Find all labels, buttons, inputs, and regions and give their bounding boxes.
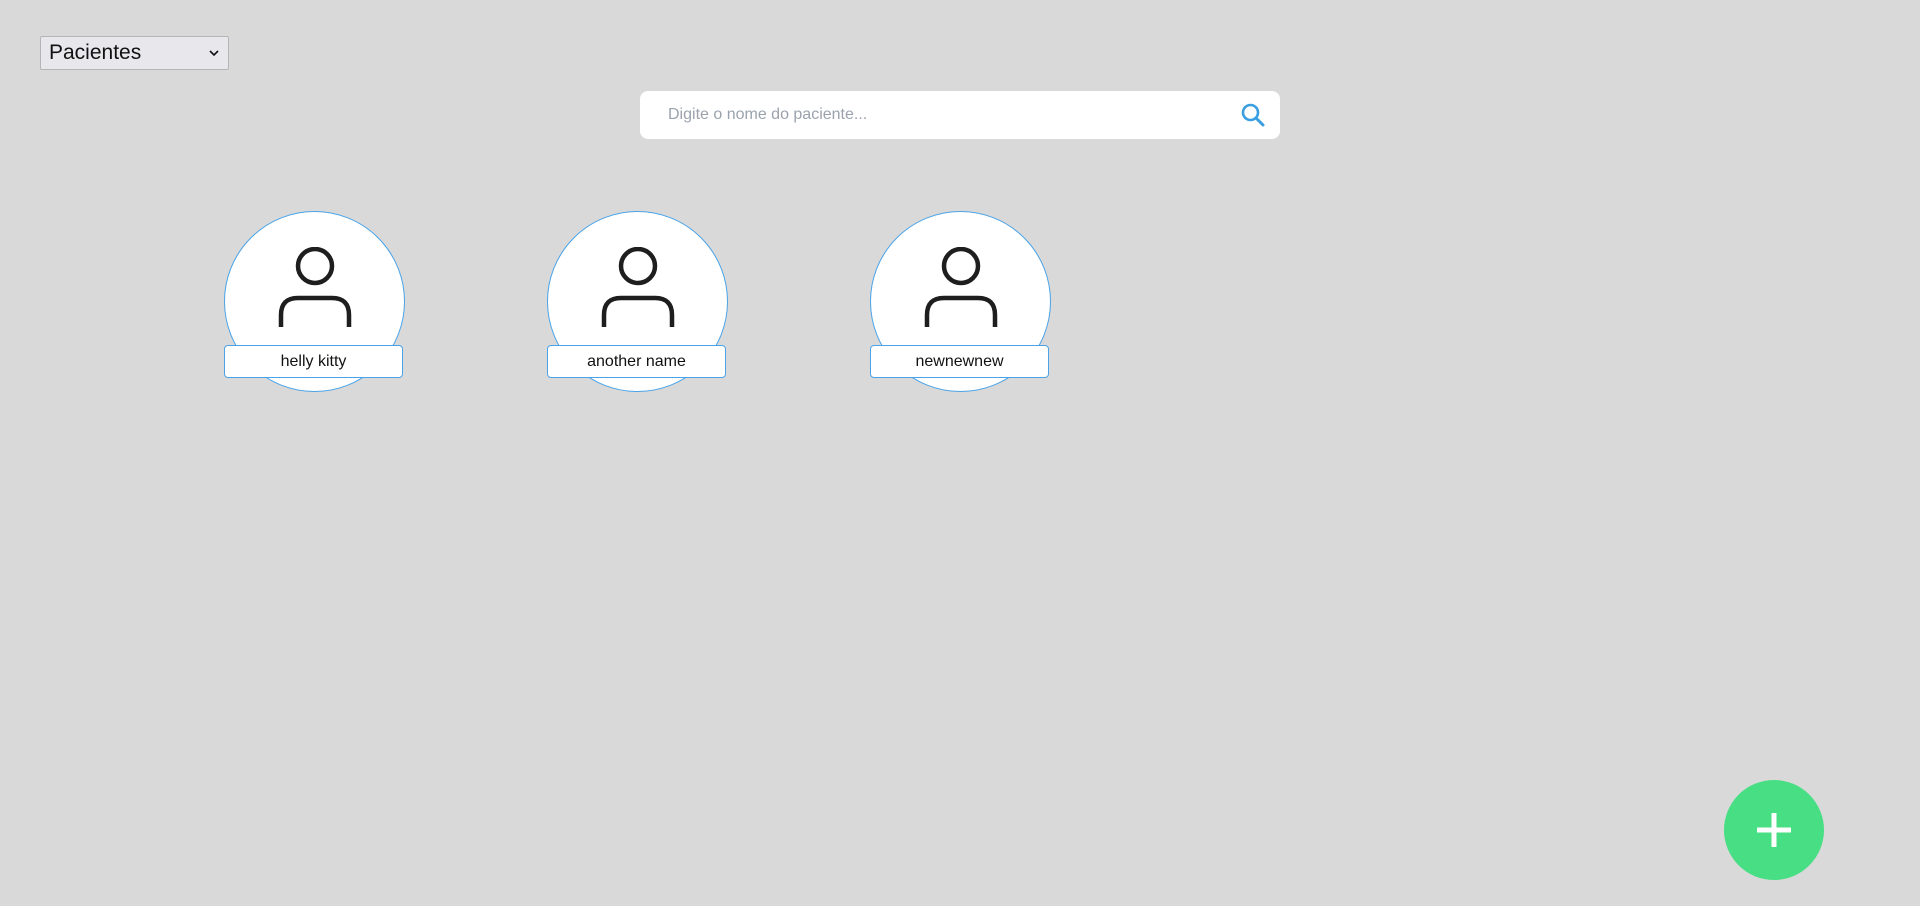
- person-icon: [601, 247, 674, 327]
- person-icon: [278, 247, 351, 327]
- patient-name: newnewnew: [870, 345, 1049, 378]
- chevron-down-icon: [209, 50, 219, 57]
- plus-icon: [1757, 813, 1791, 847]
- search-icon[interactable]: [1240, 102, 1266, 128]
- view-select-value: Pacientes: [49, 41, 142, 64]
- patient-name: another name: [547, 345, 726, 378]
- patient-card[interactable]: newnewnew: [870, 211, 1051, 392]
- search-input[interactable]: [640, 91, 1240, 139]
- person-icon: [924, 247, 997, 327]
- patient-card[interactable]: helly kitty: [224, 211, 405, 392]
- patients-page: Pacientes helly kitty another name: [0, 0, 1920, 906]
- search-bar: [640, 91, 1280, 139]
- add-patient-button[interactable]: [1724, 780, 1824, 880]
- patient-name: helly kitty: [224, 345, 403, 378]
- view-select-dropdown[interactable]: Pacientes: [40, 36, 229, 70]
- patient-card[interactable]: another name: [547, 211, 728, 392]
